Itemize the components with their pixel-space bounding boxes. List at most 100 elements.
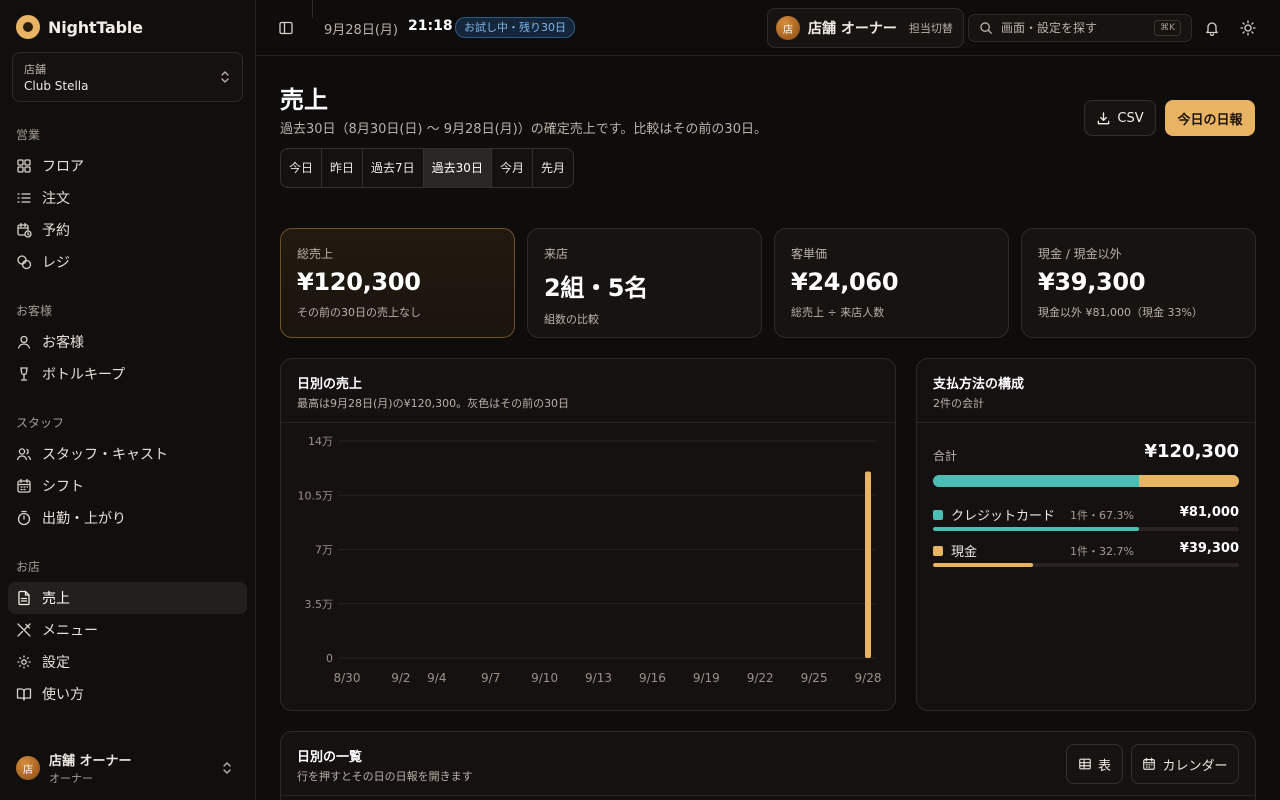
payment-total-label: 合計 bbox=[933, 449, 958, 463]
sidebar-item-sales[interactable]: 売上 bbox=[8, 582, 247, 614]
sidebar-item-floor[interactable]: フロア bbox=[8, 150, 247, 182]
chevron-up-down-icon bbox=[221, 71, 229, 83]
payment-method-meta: 1件・67.3% bbox=[1070, 509, 1134, 522]
user-menu[interactable]: 店 店舗 オーナー オーナー bbox=[16, 752, 240, 785]
sidebar-toggle-icon[interactable] bbox=[278, 20, 294, 36]
sidebar-item-guide[interactable]: 使い方 bbox=[8, 678, 247, 710]
search-icon bbox=[980, 22, 992, 34]
user-role: オーナー bbox=[49, 772, 93, 785]
sidebar-item-reservations[interactable]: 予約 bbox=[8, 214, 247, 246]
shortcut-hint: ⌘K bbox=[1154, 20, 1181, 36]
sidebar-item-menu[interactable]: メニュー bbox=[8, 614, 247, 646]
payment-bar-segment bbox=[933, 475, 1139, 487]
panel-header: 支払方法の構成 2件の会計 bbox=[917, 359, 1255, 423]
csv-export-button[interactable]: CSV bbox=[1084, 100, 1156, 136]
list-icon bbox=[17, 193, 31, 203]
divider bbox=[312, 0, 313, 18]
kpi-value: ¥39,300 bbox=[1038, 268, 1146, 296]
store-selector-label: 店舗 bbox=[24, 63, 46, 76]
panel-subtitle: 2件の会計 bbox=[933, 397, 984, 410]
calendar-view-button[interactable]: カレンダー bbox=[1131, 744, 1239, 784]
sidebar-item-settings[interactable]: 設定 bbox=[8, 646, 247, 678]
sidebar-item-label: 使い方 bbox=[42, 687, 84, 703]
table-icon bbox=[1079, 758, 1091, 770]
range-today[interactable]: 今日 bbox=[281, 149, 323, 187]
calendar-view-label: カレンダー bbox=[1162, 758, 1228, 774]
owner-name: 店舗 オーナー bbox=[808, 21, 897, 37]
chevron-up-down-icon bbox=[223, 762, 231, 774]
payment-share-track bbox=[933, 563, 1239, 567]
x-tick-label: 9/2 bbox=[391, 671, 410, 685]
brand-logo-icon bbox=[16, 15, 40, 39]
y-tick-label: 7万 bbox=[315, 544, 333, 557]
download-icon bbox=[1098, 111, 1110, 124]
sidebar-item-label: 出勤・上がり bbox=[42, 511, 126, 527]
payment-stacked-bar bbox=[933, 475, 1239, 487]
table-view-label: 表 bbox=[1097, 758, 1111, 774]
y-tick-label: 10.5万 bbox=[298, 489, 334, 502]
daily-sales-panel: 日別の売上 最高は9月28日(月)の¥120,300。灰色はその前の30日 0 3… bbox=[280, 358, 896, 711]
daily-sales-chart: 0 3.5万 7万 10.5万 14万 8/30 9/2 9/4 9/7 9/10 9/13 9/16… bbox=[298, 435, 882, 685]
nav-section-title: お客様 bbox=[16, 304, 53, 318]
payment-method-name: 現金 bbox=[951, 545, 978, 560]
date-range-selector: 今日 昨日 過去7日 過去30日 今月 先月 bbox=[280, 148, 574, 188]
x-tick-label: 9/28 bbox=[855, 671, 882, 685]
y-tick-label: 14万 bbox=[308, 435, 333, 448]
brand-name: NightTable bbox=[48, 17, 143, 37]
y-tick-label: 3.5万 bbox=[305, 598, 334, 611]
range-last-month[interactable]: 先月 bbox=[533, 149, 573, 187]
table-view-button[interactable]: 表 bbox=[1066, 744, 1123, 784]
payment-breakdown-panel: 支払方法の構成 2件の会計 合計 ¥120,300 クレジットカード 1件・67… bbox=[916, 358, 1256, 711]
x-tick-label: 9/22 bbox=[747, 671, 774, 685]
kpi-card-total-sales: 総売上 ¥120,300 その前の30日の売上なし bbox=[280, 228, 515, 338]
daily-list-panel: 日別の一覧 行を押すとその日の日報を開きます 表 カレンダー bbox=[280, 731, 1256, 800]
daily-report-button[interactable]: 今日の日報 bbox=[1165, 100, 1255, 136]
utensils-icon bbox=[17, 623, 31, 637]
nav-section-title: スタッフ bbox=[16, 416, 65, 430]
kpi-card-avg-spend: 客単価 ¥24,060 総売上 ÷ 来店人数 bbox=[774, 228, 1009, 338]
range-7days[interactable]: 過去7日 bbox=[363, 149, 424, 187]
search-input[interactable] bbox=[1001, 21, 1141, 35]
payment-share-fill bbox=[933, 527, 1139, 531]
panel-subtitle: 最高は9月28日(月)の¥120,300。灰色はその前の30日 bbox=[297, 397, 570, 410]
payment-total-value: ¥120,300 bbox=[1144, 441, 1239, 462]
payment-share-fill bbox=[933, 563, 1034, 567]
sidebar-item-orders[interactable]: 注文 bbox=[8, 182, 247, 214]
calendar-icon bbox=[1143, 757, 1156, 770]
x-tick-label: 9/4 bbox=[427, 671, 446, 685]
panel-title: 支払方法の構成 bbox=[933, 377, 1025, 392]
page-title: 売上 bbox=[280, 86, 328, 114]
gear-icon bbox=[17, 655, 31, 669]
kpi-label: 客単価 bbox=[791, 247, 828, 261]
bell-icon[interactable] bbox=[1204, 20, 1220, 36]
range-this-month[interactable]: 今月 bbox=[492, 149, 533, 187]
sidebar-item-register[interactable]: レジ bbox=[8, 246, 247, 278]
search-box[interactable]: ⌘K bbox=[968, 14, 1192, 42]
page-subtitle: 過去30日（8月30日(日) 〜 9月28日(月)）の確定売上です。比較はその前… bbox=[280, 122, 767, 137]
sidebar-item-staff[interactable]: スタッフ・キャスト bbox=[8, 438, 247, 470]
sidebar-item-label: メニュー bbox=[42, 623, 98, 639]
sidebar: NightTable 店舗 Club Stella 営業 フロア 注文 予約 レ… bbox=[0, 0, 256, 800]
range-yesterday[interactable]: 昨日 bbox=[322, 149, 364, 187]
sidebar-item-label: レジ bbox=[42, 255, 70, 271]
store-selector[interactable]: 店舗 Club Stella bbox=[12, 52, 243, 102]
panel-title: 日別の売上 bbox=[297, 377, 363, 392]
sun-icon[interactable] bbox=[1240, 20, 1256, 36]
brand[interactable]: NightTable bbox=[16, 15, 143, 39]
user-name: 店舗 オーナー bbox=[49, 754, 132, 769]
sidebar-item-bottle-keep[interactable]: ボトルキープ bbox=[8, 358, 247, 390]
sidebar-item-label: 設定 bbox=[42, 655, 70, 671]
sidebar-item-shifts[interactable]: シフト bbox=[8, 470, 247, 502]
sidebar-item-label: 予約 bbox=[42, 223, 70, 239]
calendar-clock-icon bbox=[17, 222, 32, 238]
staff-switch-button[interactable]: 店 店舗 オーナー 担当切替 bbox=[767, 8, 964, 48]
sales-bar[interactable] bbox=[865, 471, 872, 658]
sidebar-item-customers[interactable]: お客様 bbox=[8, 326, 247, 358]
sidebar-item-attendance[interactable]: 出勤・上がり bbox=[8, 502, 247, 534]
x-tick-label: 9/7 bbox=[481, 671, 500, 685]
x-tick-label: 9/16 bbox=[639, 671, 666, 685]
timer-icon bbox=[17, 510, 31, 526]
range-30days[interactable]: 過去30日 bbox=[423, 149, 492, 187]
switch-label: 担当切替 bbox=[908, 22, 953, 35]
coins-icon bbox=[17, 255, 32, 270]
